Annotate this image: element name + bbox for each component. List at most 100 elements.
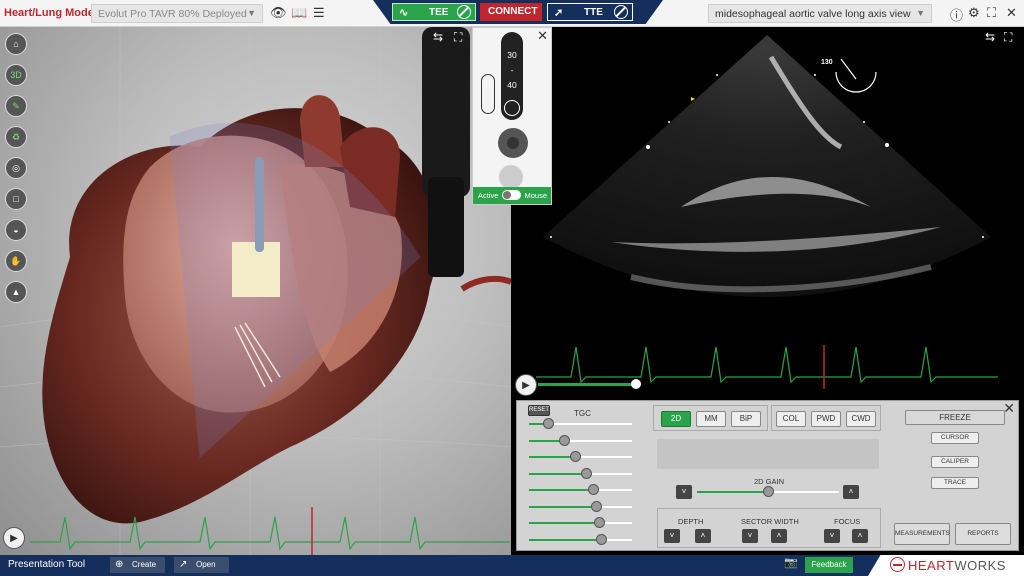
- tgc-slider-knob[interactable]: [570, 451, 581, 462]
- playback-scrub-track[interactable]: [538, 383, 638, 386]
- tgc-slider-knob[interactable]: [591, 500, 602, 512]
- sector-up-icon[interactable]: ˄: [771, 529, 787, 543]
- playback-scrub-knob[interactable]: [631, 379, 641, 389]
- gain-up-icon[interactable]: ˄: [843, 485, 859, 499]
- tgc-slider-knob[interactable]: [581, 467, 592, 479]
- ultrasound-control-panel: ✕ RESET TGC 2D MM BiP COL PWD CWD FREEZE…: [516, 400, 1019, 551]
- open-label: Open: [196, 560, 216, 569]
- disable-icon[interactable]: [614, 5, 628, 19]
- tee-button[interactable]: ∿ TEE: [392, 3, 476, 21]
- tte-label: TTE: [584, 7, 603, 18]
- depth-controls-box: [657, 508, 881, 548]
- echo-viewport[interactable]: ⇆ ⛶: [511, 27, 1024, 400]
- eye-off-icon[interactable]: 👁: [270, 5, 287, 21]
- close-icon[interactable]: ✕: [537, 28, 548, 44]
- chevron-down-icon: ▼: [247, 8, 256, 18]
- home-icon[interactable]: ⌂: [5, 33, 27, 55]
- ecg-trace-left: [30, 507, 510, 555]
- mode-2d-button[interactable]: 2D: [661, 411, 691, 427]
- mode-bip-button[interactable]: BiP: [731, 411, 761, 427]
- select-box-icon[interactable]: □: [5, 188, 27, 210]
- open-external-icon: ↗: [179, 559, 188, 570]
- app-title: Heart/Lung Model: [4, 7, 97, 19]
- tgc-slider-knob[interactable]: [559, 434, 570, 446]
- probe-depth-slider[interactable]: 30 - 40: [501, 32, 523, 120]
- fullscreen-icon[interactable]: ⛶: [1004, 30, 1012, 45]
- reset-button[interactable]: RESET: [528, 405, 550, 416]
- tgc-slider-knob[interactable]: [594, 517, 605, 528]
- 3d-view-icon[interactable]: 3D: [5, 64, 27, 86]
- trace-button[interactable]: TRACE: [931, 477, 979, 489]
- feedback-button[interactable]: Feedback: [805, 557, 853, 573]
- close-icon[interactable]: ✕: [1003, 400, 1015, 417]
- depth-label: DEPTH: [678, 517, 704, 526]
- probe-flex-icon[interactable]: [481, 74, 495, 114]
- toggle-active-label: Active: [478, 191, 499, 200]
- sector-down-icon[interactable]: ˅: [742, 529, 758, 543]
- rotation-dial-icon[interactable]: [504, 100, 520, 116]
- mode-cwd-button[interactable]: CWD: [846, 411, 876, 427]
- create-button[interactable]: ⊕ Create: [110, 557, 165, 573]
- caliper-button[interactable]: CALIPER: [931, 456, 979, 468]
- gain-slider-knob[interactable]: [763, 486, 774, 497]
- depth-down-icon[interactable]: ˅: [664, 529, 680, 543]
- anatomy-3d-viewport[interactable]: ⌂ 3D ✎ ♻ ◎ □ ◒ ✋ ▲ ⇆ ⛶ ▶: [0, 27, 511, 555]
- probe-control-panel: ✕ 30 - 40 Active Mouse: [472, 27, 552, 205]
- gain-down-icon[interactable]: ˅: [676, 485, 692, 499]
- heartworks-logo-icon: [890, 557, 905, 572]
- tgc-slider-fill: [529, 489, 593, 491]
- mode-mm-button[interactable]: MM: [696, 411, 726, 427]
- fullscreen-icon[interactable]: ⛶: [454, 30, 462, 45]
- tte-button[interactable]: ➚ TTE: [547, 3, 633, 21]
- connect-button[interactable]: CONNECT: [480, 3, 542, 21]
- swap-icon[interactable]: ⇆: [985, 30, 995, 44]
- list-icon[interactable]: ☰: [313, 5, 325, 21]
- pathology-select[interactable]: Evolut Pro TAVR 80% Deployed ▼: [91, 4, 263, 23]
- tgc-slider-knob[interactable]: [596, 533, 607, 545]
- tgc-slider-knob[interactable]: [543, 418, 554, 429]
- fullscreen-icon[interactable]: ⛶: [987, 5, 996, 21]
- swap-icon[interactable]: ⇆: [433, 30, 443, 44]
- pathology-select-value: Evolut Pro TAVR 80% Deployed: [98, 8, 247, 20]
- camera-icon[interactable]: 📷: [784, 556, 800, 573]
- echo-image: [536, 35, 998, 389]
- cursor-button[interactable]: CURSOR: [931, 432, 979, 444]
- open-button[interactable]: ↗ Open: [174, 557, 229, 573]
- target-icon[interactable]: ◎: [5, 157, 27, 179]
- toggle-switch[interactable]: [502, 190, 521, 200]
- book-icon[interactable]: 📖: [291, 5, 307, 21]
- gain-slider-fill: [697, 491, 768, 493]
- tee-label: TEE: [429, 7, 449, 18]
- create-label: Create: [132, 560, 157, 569]
- recycle-icon[interactable]: ♻: [5, 126, 27, 148]
- reports-button[interactable]: REPORTS: [955, 523, 1011, 545]
- toggle-mouse-label: Mouse: [524, 191, 547, 200]
- view-select-value: midesophageal aortic valve long axis vie…: [715, 8, 911, 20]
- gear-rotation-icon[interactable]: [493, 123, 538, 163]
- depth-tick: -: [510, 65, 514, 75]
- tgc-slider-fill: [529, 472, 586, 475]
- close-icon[interactable]: ✕: [1006, 5, 1017, 21]
- tool-sidebar: ⌂ 3D ✎ ♻ ◎ □ ◒ ✋ ▲: [5, 33, 27, 312]
- freeze-button[interactable]: FREEZE: [905, 410, 1005, 425]
- focus-down-icon[interactable]: ˅: [824, 529, 840, 543]
- tgc-slider-knob[interactable]: [588, 484, 599, 495]
- play-right-button[interactable]: ▶: [515, 374, 537, 396]
- tte-probe-icon: ➚: [554, 7, 564, 19]
- focus-up-icon[interactable]: ˄: [852, 529, 868, 543]
- hand-icon[interactable]: ✋: [5, 250, 27, 272]
- pen-icon[interactable]: ✎: [5, 95, 27, 117]
- mode-pwd-button[interactable]: PWD: [811, 411, 841, 427]
- play-left-button[interactable]: ▶: [3, 527, 25, 549]
- gain-2d-label: 2D GAIN: [754, 477, 785, 486]
- help-icon[interactable]: ⓘ: [950, 5, 963, 24]
- mode-col-button[interactable]: COL: [776, 411, 806, 427]
- measurements-button[interactable]: MEASUREMENTS: [894, 523, 950, 545]
- view-select[interactable]: midesophageal aortic valve long axis vie…: [708, 4, 932, 23]
- half-circle-icon[interactable]: ◒: [5, 219, 27, 241]
- gear-icon[interactable]: ⚙: [968, 5, 980, 21]
- mountain-icon[interactable]: ▲: [5, 281, 27, 303]
- disable-icon[interactable]: [457, 5, 471, 19]
- depth-up-icon[interactable]: ˄: [695, 529, 711, 543]
- active-mouse-toggle[interactable]: Active Mouse: [473, 187, 551, 204]
